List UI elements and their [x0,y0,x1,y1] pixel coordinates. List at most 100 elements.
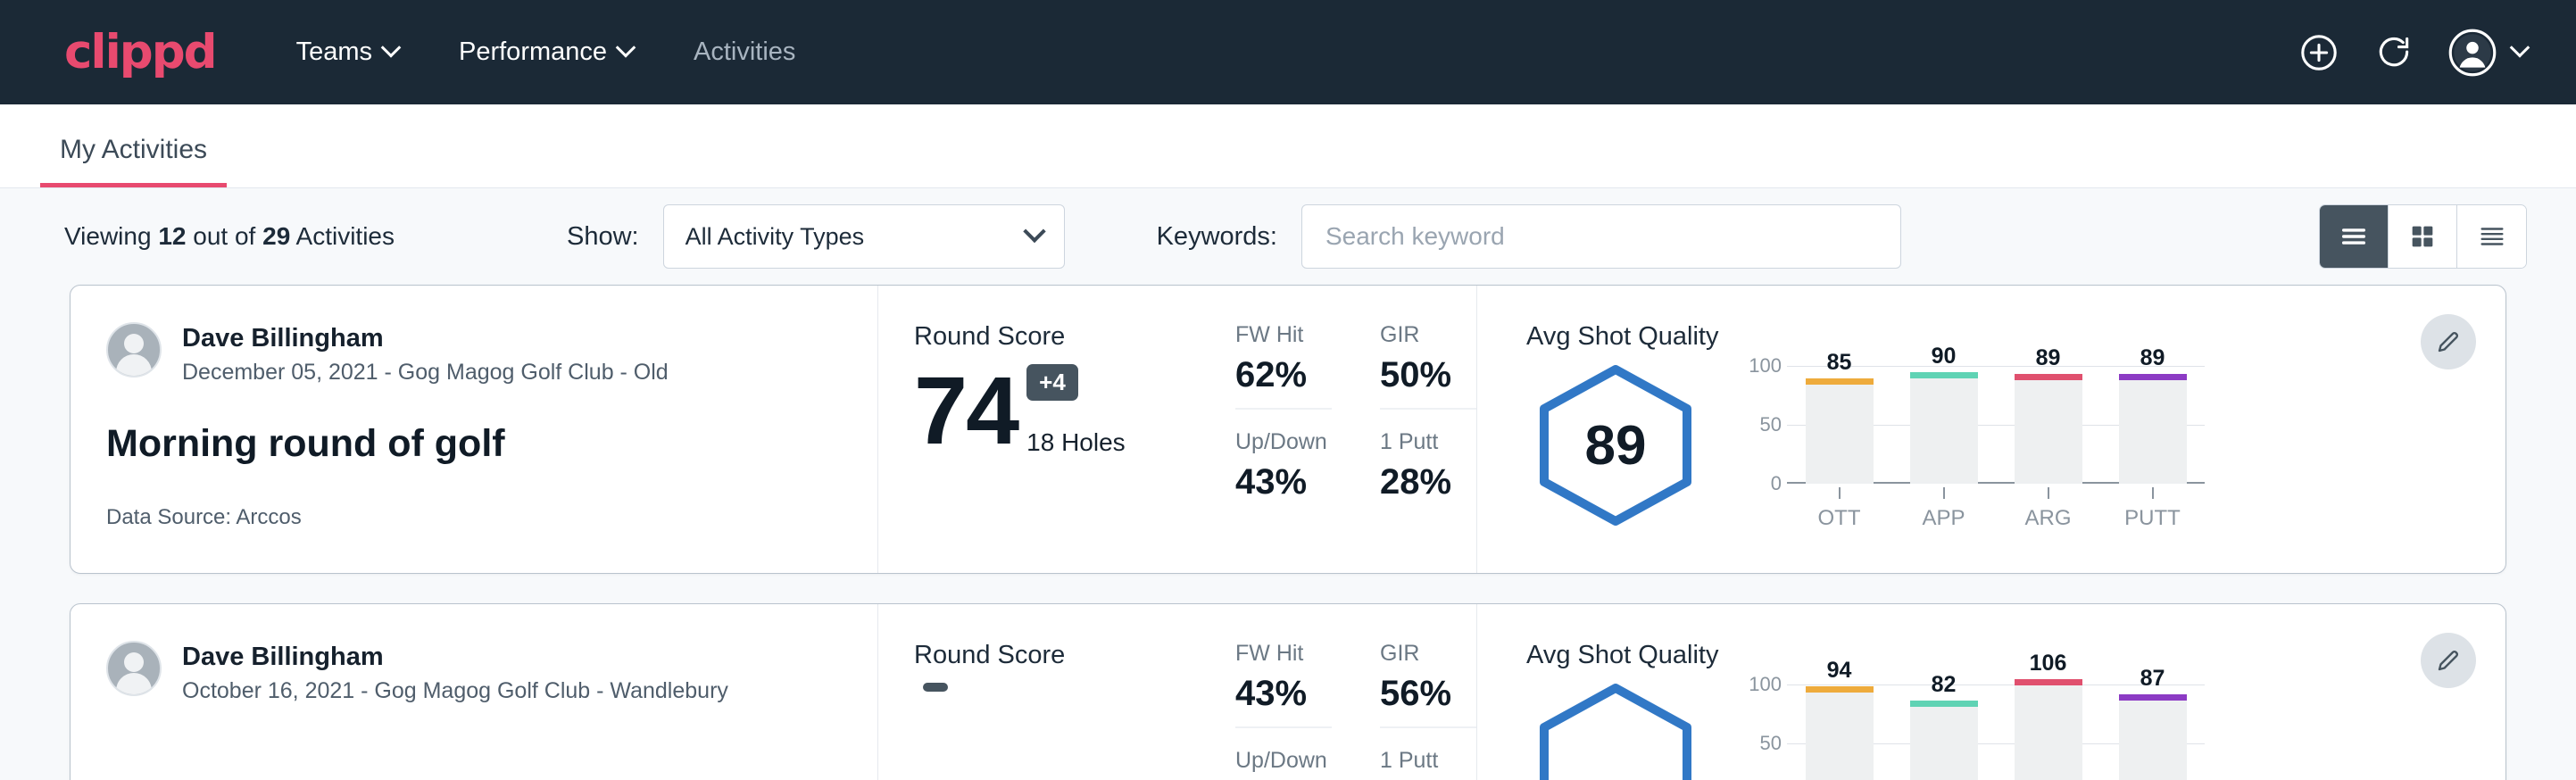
account-avatar-icon[interactable] [2448,29,2527,77]
edit-activity-button[interactable] [2421,314,2476,369]
viewing-total: 29 [262,222,290,250]
activity-data-source: Data Source: Arccos [106,505,877,530]
grid-view-button[interactable] [2389,205,2457,268]
x-label-ott: OTT [1806,506,1874,531]
stat-up-down-label: Up/Down [1235,748,1332,774]
shot-quality-bar-chart: 100 50 0 [1741,679,2205,780]
activity-meta: October 16, 2021 - Gog Magog Golf Club -… [182,678,728,704]
bar-arg-value: 106 [2015,651,2082,676]
stat-gir: GIR 50% [1380,322,1476,410]
activity-title: Morning round of golf [106,422,877,466]
bar-app: 90 [1910,366,1978,484]
nav-item-activities[interactable]: Activities [694,37,795,67]
x-label-putt: PUTT [2119,506,2187,531]
viewing-suffix: Activities [296,222,395,250]
stat-gir-value: 50% [1380,355,1476,395]
activity-card-list: Dave Billingham December 05, 2021 - Gog … [0,285,2576,780]
bar-app-cap [1910,701,1978,707]
avg-shot-quality-value: 89 [1526,361,1705,530]
bar-app-value: 90 [1910,344,1978,369]
viewing-count-text: Viewing 12 out of 29 Activities [64,222,395,251]
y-tick-100: 100 [1749,354,1782,378]
avg-shot-quality-value [1526,679,1705,780]
x-label-app: APP [1910,506,1978,531]
stat-one-putt: 1 Putt 28% [1380,429,1476,515]
stat-gir-label: GIR [1380,322,1476,348]
plus-circle-icon[interactable] [2298,32,2339,73]
stat-fw-hit-label: FW Hit [1235,641,1332,667]
stat-up-down-value: 43% [1235,462,1332,502]
activity-summary-column: Dave Billingham October 16, 2021 - Gog M… [71,604,878,780]
view-mode-toggle-group [2319,204,2527,269]
activity-summary-column: Dave Billingham December 05, 2021 - Gog … [71,286,878,573]
show-filter-group: Show: All Activity Types [567,204,1065,269]
avg-shot-quality-hexagon: 89 [1526,361,1705,530]
bar-app: 82 [1910,685,1978,780]
avatar [106,322,162,378]
top-navigation-bar: clippd Teams Performance Activities [0,0,2576,104]
y-tick-100: 100 [1749,673,1782,696]
stat-up-down-label: Up/Down [1235,429,1332,455]
bar-arg: 89 [2015,366,2082,484]
stat-up-down: Up/Down 43% [1235,429,1332,515]
nav-item-teams[interactable]: Teams [296,37,398,67]
keywords-label: Keywords: [1157,222,1277,252]
tab-my-activities[interactable]: My Activities [40,135,227,187]
avg-shot-quality-hexagon [1526,679,1705,780]
clippd-logo[interactable]: clippd [64,29,216,76]
stat-fw-hit: FW Hit 43% [1235,641,1332,728]
stat-one-putt: 1 Putt [1380,748,1476,780]
round-score-value: 74 [914,365,1018,457]
chart-y-axis: 100 50 0 [1741,685,1787,780]
bar-ott-value: 85 [1806,350,1874,376]
bar-putt-value: 89 [2119,345,2187,371]
user-name: Dave Billingham [182,641,728,673]
bar-arg-cap [2015,679,2082,685]
round-stats-grid: FW Hit 62% GIR 50% Up/Down 43% 1 Putt 28… [1235,286,1476,573]
round-score-label: Round Score [914,641,1235,670]
bar-ott-cap [1806,686,1874,693]
bar-putt-cap [2119,694,2187,701]
bar-ott-cap [1806,378,1874,385]
score-differential-badge [923,683,948,692]
stat-fw-hit-value: 62% [1235,355,1332,395]
bar-putt: 87 [2119,685,2187,780]
bar-putt-cap [2119,374,2187,380]
chart-x-axis: OTT APP ARG PUTT [1787,484,2205,531]
activity-user-row: Dave Billingham December 05, 2021 - Gog … [106,322,877,386]
chevron-down-icon [1023,220,1045,243]
round-score-column: Round Score 74 +4 18 Holes [878,286,1235,573]
stat-up-down: Up/Down [1235,748,1332,780]
activity-card[interactable]: Dave Billingham December 05, 2021 - Gog … [70,285,2506,574]
stat-gir: GIR 56% [1380,641,1476,728]
viewing-prefix: Viewing [64,222,152,250]
avg-shot-quality-column: Avg Shot Quality 100 50 0 [1476,604,2505,780]
stat-one-putt-label: 1 Putt [1380,429,1476,455]
refresh-icon[interactable] [2373,32,2414,73]
chart-plot-area: 85 90 [1787,366,2205,484]
avg-shot-quality-column: Avg Shot Quality 89 100 50 0 [1476,286,2505,573]
stat-fw-hit: FW Hit 62% [1235,322,1332,410]
nav-item-performance[interactable]: Performance [459,37,633,67]
list-view-button[interactable] [2320,205,2389,268]
bar-ott: 94 [1806,685,1874,780]
show-label: Show: [567,222,639,252]
round-score-row [914,683,1235,776]
tab-my-activities-label: My Activities [60,135,207,164]
activity-card[interactable]: Dave Billingham October 16, 2021 - Gog M… [70,603,2506,780]
stat-one-putt-label: 1 Putt [1380,748,1476,774]
nav-item-activities-label: Activities [694,37,795,67]
y-tick-50: 50 [1760,732,1782,755]
score-differential-badge: +4 [1026,364,1078,401]
round-score-row: 74 +4 18 Holes [914,364,1235,457]
filter-bar: Viewing 12 out of 29 Activities Show: Al… [0,188,2576,285]
keywords-filter-group: Keywords: [1157,204,1901,269]
bar-app-cap [1910,372,1978,378]
compact-view-button[interactable] [2457,205,2526,268]
search-input[interactable] [1301,204,1901,269]
bar-arg-cap [2015,374,2082,380]
bar-putt-value: 87 [2119,666,2187,692]
edit-activity-button[interactable] [2421,633,2476,688]
stat-fw-hit-label: FW Hit [1235,322,1332,348]
activity-type-select[interactable]: All Activity Types [663,204,1065,269]
